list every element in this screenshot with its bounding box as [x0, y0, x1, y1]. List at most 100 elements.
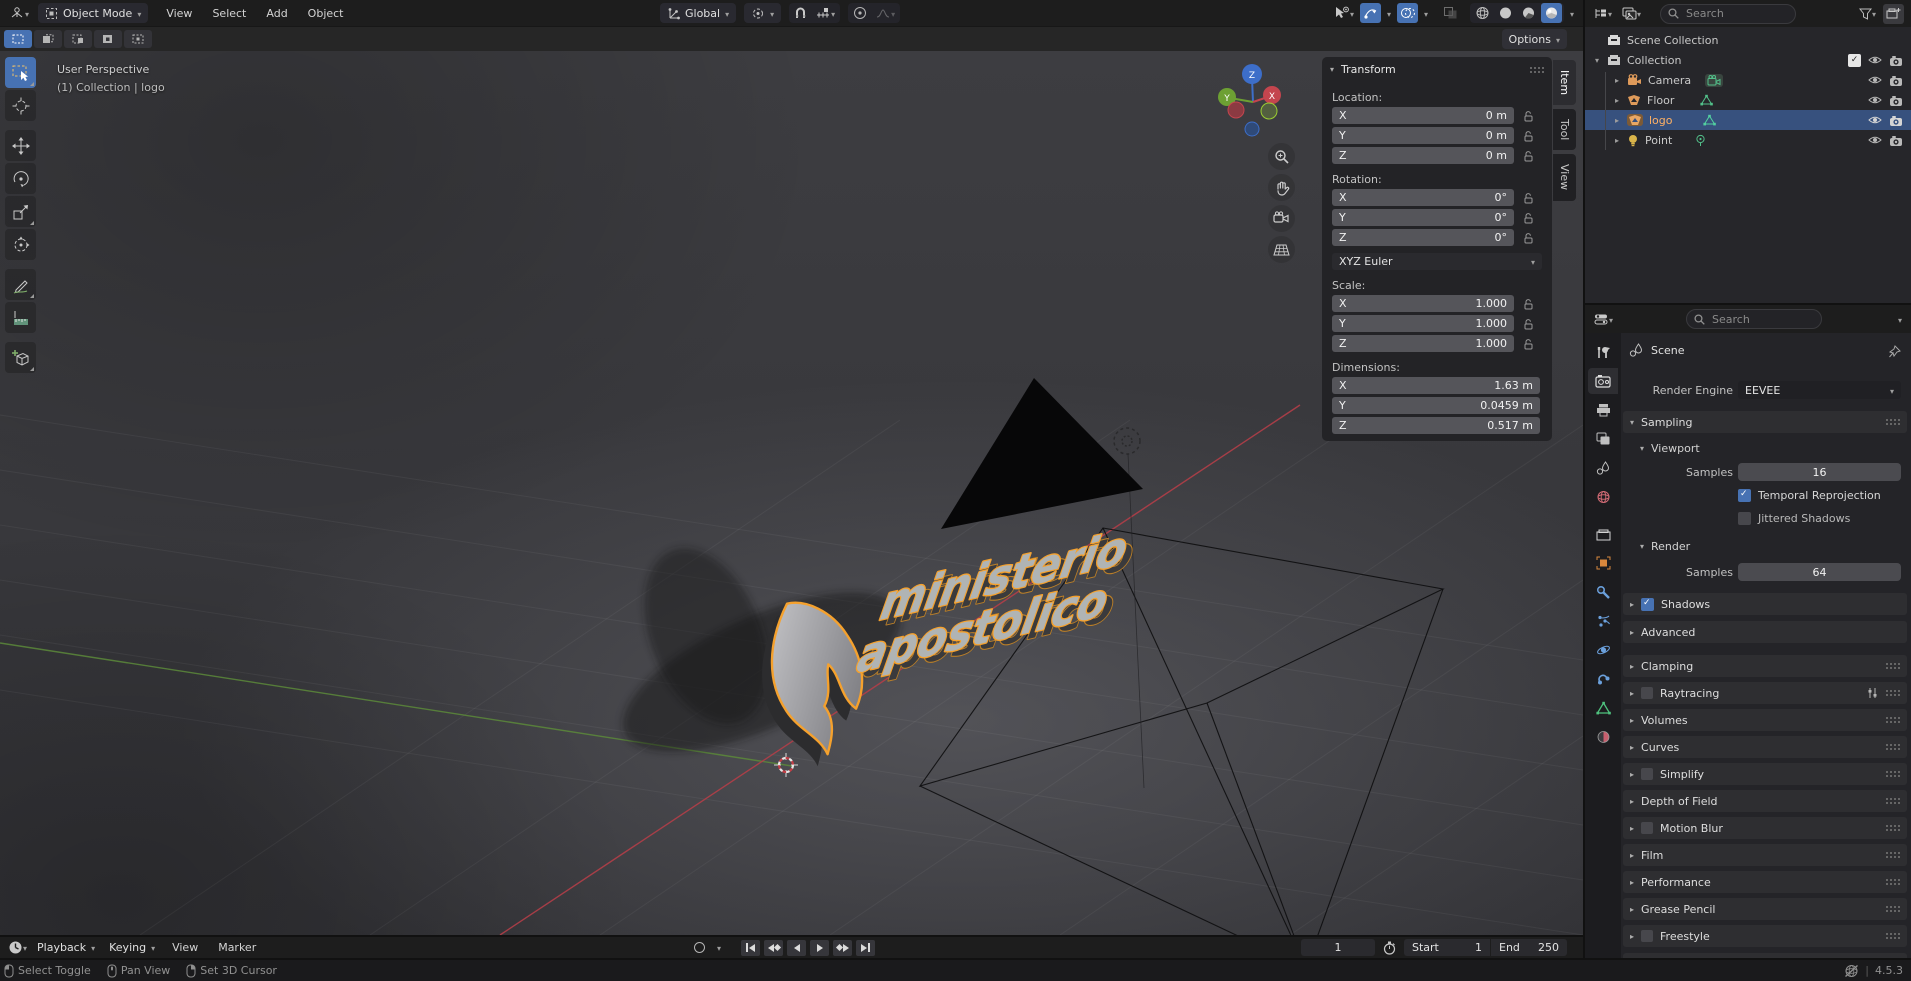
panel-grease-pencil[interactable]: Grease Pencil: [1623, 898, 1907, 920]
xray-toggle[interactable]: [1440, 3, 1461, 23]
transform-collapse-arrow[interactable]: [1330, 65, 1334, 74]
point-expand-arrow[interactable]: ▸: [1615, 136, 1627, 145]
render-engine-dropdown[interactable]: EEVEE: [1738, 381, 1901, 399]
frame-start-field[interactable]: Start1: [1404, 939, 1490, 956]
tool-transform[interactable]: [5, 229, 36, 260]
editor-type-button[interactable]: [6, 3, 32, 23]
shading-dropdown[interactable]: [1567, 3, 1577, 23]
rotation-z-field[interactable]: Z0°: [1332, 229, 1514, 246]
use-preview-range-button[interactable]: [1380, 938, 1399, 958]
tab-object-data[interactable]: [1588, 695, 1618, 721]
toggle-ortho-button[interactable]: [1268, 236, 1295, 263]
mode-dropdown[interactable]: Object Mode: [38, 3, 148, 23]
panel-shadows[interactable]: Shadows: [1623, 593, 1907, 615]
pin-icon[interactable]: [1887, 345, 1901, 359]
tab-view-layer[interactable]: [1588, 426, 1618, 452]
render-visibility-icon[interactable]: [1889, 115, 1903, 126]
outliner-editor-type-button[interactable]: [1590, 4, 1615, 24]
snap-target-dropdown[interactable]: [812, 3, 838, 23]
location-y-field[interactable]: Y0 m: [1332, 127, 1514, 144]
gizmo-z-neg[interactable]: [1245, 122, 1259, 136]
tab-tool-props[interactable]: [1588, 339, 1618, 365]
timeline-view-menu[interactable]: View: [162, 941, 208, 954]
tab-physics[interactable]: [1588, 637, 1618, 663]
dimensions-y-field[interactable]: Y0.0459 m: [1332, 397, 1540, 414]
shading-wireframe-button[interactable]: [1472, 3, 1493, 23]
tool-add-cube[interactable]: [5, 342, 36, 373]
dimensions-x-field[interactable]: X1.63 m: [1332, 377, 1540, 394]
subpanel-viewport[interactable]: Viewport: [1633, 437, 1907, 459]
tab-world[interactable]: [1588, 484, 1618, 510]
rotation-y-lock-icon[interactable]: [1523, 212, 1534, 224]
location-x-lock-icon[interactable]: [1523, 110, 1534, 122]
dimensions-z-field[interactable]: Z0.517 m: [1332, 417, 1540, 434]
tool-rotate[interactable]: [5, 163, 36, 194]
new-collection-button[interactable]: [1883, 4, 1904, 24]
collection-checkbox[interactable]: [1848, 54, 1861, 67]
show-object-types-dropdown[interactable]: [1330, 3, 1357, 23]
panel-motion-blur[interactable]: Motion Blur: [1623, 817, 1907, 839]
shadows-checkbox[interactable]: [1641, 598, 1654, 611]
hide-eye-icon[interactable]: [1868, 55, 1882, 65]
tool-cursor[interactable]: [5, 90, 36, 121]
scale-z-lock-icon[interactable]: [1523, 338, 1534, 350]
shading-solid-button[interactable]: [1495, 3, 1516, 23]
menu-view[interactable]: View: [156, 7, 202, 20]
tab-modifiers[interactable]: [1588, 579, 1618, 605]
jump-to-end-button[interactable]: [856, 940, 875, 956]
rotation-x-lock-icon[interactable]: [1523, 192, 1534, 204]
properties-options-dropdown[interactable]: [1895, 309, 1905, 329]
panel-advanced[interactable]: Advanced: [1623, 621, 1907, 643]
logo-expand-arrow[interactable]: ▸: [1615, 116, 1627, 125]
camera-view-button[interactable]: [1268, 205, 1295, 232]
jittered-shadows-row[interactable]: Jittered Shadows: [1738, 512, 1850, 525]
timeline-editor-type-button[interactable]: [5, 938, 30, 958]
outliner-row-camera[interactable]: ▸ Camera: [1585, 70, 1911, 90]
render-visibility-icon[interactable]: [1889, 55, 1903, 66]
panel-performance[interactable]: Performance: [1623, 871, 1907, 893]
scale-x-field[interactable]: X1.000: [1332, 295, 1514, 312]
gizmos-dropdown[interactable]: [1384, 3, 1394, 23]
render-visibility-icon[interactable]: [1889, 95, 1903, 106]
outliner-row-floor[interactable]: ▸ Floor: [1585, 90, 1911, 110]
navigation-gizmo[interactable]: Z Y X: [1205, 55, 1305, 147]
tool-measure[interactable]: [5, 302, 36, 333]
tab-item[interactable]: Item: [1553, 60, 1576, 105]
temporal-reprojection-checkbox[interactable]: [1738, 489, 1751, 502]
hide-eye-icon[interactable]: [1868, 75, 1882, 85]
area-divider-timeline[interactable]: [0, 935, 1583, 937]
menu-object[interactable]: Object: [298, 7, 354, 20]
panel-film[interactable]: Film: [1623, 844, 1907, 866]
play-button[interactable]: [810, 940, 829, 956]
location-z-lock-icon[interactable]: [1523, 150, 1534, 162]
scale-z-field[interactable]: Z1.000: [1332, 335, 1514, 352]
raytracing-checkbox[interactable]: [1641, 687, 1653, 699]
snap-toggle[interactable]: [791, 3, 810, 23]
viewport-samples-field[interactable]: 16: [1738, 463, 1901, 481]
panel-depth-of-field[interactable]: Depth of Field: [1623, 790, 1907, 812]
frame-end-field[interactable]: End250: [1491, 939, 1567, 956]
freestyle-checkbox[interactable]: [1641, 930, 1653, 942]
pivot-point-dropdown[interactable]: [744, 3, 781, 23]
tab-constraints[interactable]: [1588, 666, 1618, 692]
previous-keyframe-button[interactable]: [764, 940, 783, 956]
render-visibility-icon[interactable]: [1889, 75, 1903, 86]
outliner-row-point[interactable]: ▸ Point: [1585, 130, 1911, 150]
scale-x-lock-icon[interactable]: [1523, 298, 1534, 310]
raytracing-presets-icon[interactable]: [1866, 687, 1879, 699]
tab-material[interactable]: [1588, 724, 1618, 750]
render-visibility-icon[interactable]: [1889, 135, 1903, 146]
auto-key-dropdown[interactable]: [713, 940, 725, 956]
auto-key-button[interactable]: [690, 940, 709, 956]
tool-move[interactable]: [5, 130, 36, 161]
tab-tool[interactable]: Tool: [1553, 109, 1576, 150]
gizmos-toggle[interactable]: [1360, 3, 1381, 23]
outliner-row-collection[interactable]: ▾ Collection: [1585, 50, 1911, 70]
motion-blur-checkbox[interactable]: [1641, 822, 1653, 834]
outliner-filter-button[interactable]: [1856, 4, 1879, 24]
gizmo-x-neg[interactable]: [1228, 102, 1244, 118]
keying-menu[interactable]: Keying: [102, 938, 162, 958]
menu-add[interactable]: Add: [256, 7, 297, 20]
camera-expand-arrow[interactable]: ▸: [1615, 76, 1627, 85]
play-reverse-button[interactable]: [787, 940, 806, 956]
